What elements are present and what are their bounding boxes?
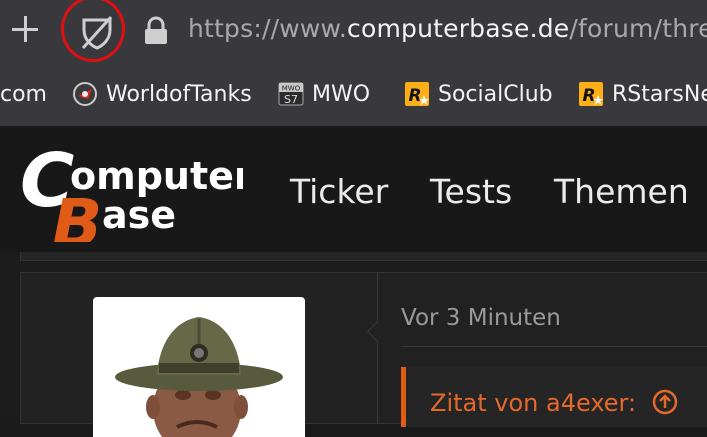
forum-content: Vor 3 Minuten Zitat von a4exer: (0, 252, 707, 437)
bookmark-label: WorldofTanks (106, 81, 252, 107)
url-prefix: https://www. (188, 14, 348, 43)
divider (401, 346, 707, 347)
arrow-up-circle-icon[interactable] (652, 389, 678, 415)
logo-line2: ase (102, 193, 176, 237)
forum-post: Vor 3 Minuten Zitat von a4exer: (20, 272, 707, 437)
url-path: /forum/threa (569, 14, 707, 43)
previous-post-edge (20, 252, 707, 261)
post-user-panel (21, 273, 378, 437)
quote-block: Zitat von a4exer: (401, 367, 707, 427)
avatar[interactable] (93, 297, 305, 437)
avatar-image (115, 317, 283, 437)
rockstar-icon: R (405, 82, 429, 106)
bookmark-socialclub[interactable]: R SocialClub (404, 78, 553, 110)
nav-ticker[interactable]: Ticker (290, 172, 388, 211)
bookmark-label: MWO (312, 81, 371, 107)
nav-tests[interactable]: Tests (430, 172, 512, 211)
url-text[interactable]: https://www.computerbase.de/forum/threa (188, 14, 707, 43)
new-tab-plus-icon[interactable] (8, 12, 44, 48)
rockstar-icon-letter: R (582, 86, 595, 106)
computerbase-logo[interactable]: C omputer B ase (18, 142, 243, 242)
bookmarks-bar: com WorldofTanks MWO S7 MWO R SocialClub… (0, 64, 707, 126)
rockstar-icon: R (579, 82, 603, 106)
lock-icon (145, 16, 167, 44)
bookmark-rstarsne[interactable]: R RStarsNe (578, 78, 707, 110)
rockstar-icon-letter: R (408, 86, 421, 106)
mwo-icon-text-bottom: S7 (284, 93, 298, 106)
url-host: computerbase.de (347, 14, 570, 43)
mwo-icon-text-top: MWO (282, 85, 301, 93)
post-time[interactable]: Vor 3 Minuten (401, 305, 561, 331)
bookmark-com[interactable]: com (0, 78, 47, 110)
site-header: C omputer B ase Ticker Tests Themen (0, 126, 707, 252)
url-bar: https://www.computerbase.de/forum/threa (0, 0, 707, 64)
bookmark-label: SocialClub (438, 81, 553, 107)
nav-themen[interactable]: Themen (554, 172, 689, 211)
worldoftanks-icon (73, 82, 97, 106)
quote-label: Zitat von a4exer: (430, 389, 637, 417)
bookmark-mwo[interactable]: MWO S7 MWO (278, 78, 370, 110)
logo-letter-b: B (52, 185, 102, 242)
bookmark-label: RStarsNe (612, 81, 707, 107)
bookmark-label: com (0, 81, 47, 107)
bookmark-worldoftanks[interactable]: WorldofTanks (72, 78, 252, 110)
mwo-icon: MWO S7 (278, 82, 304, 106)
